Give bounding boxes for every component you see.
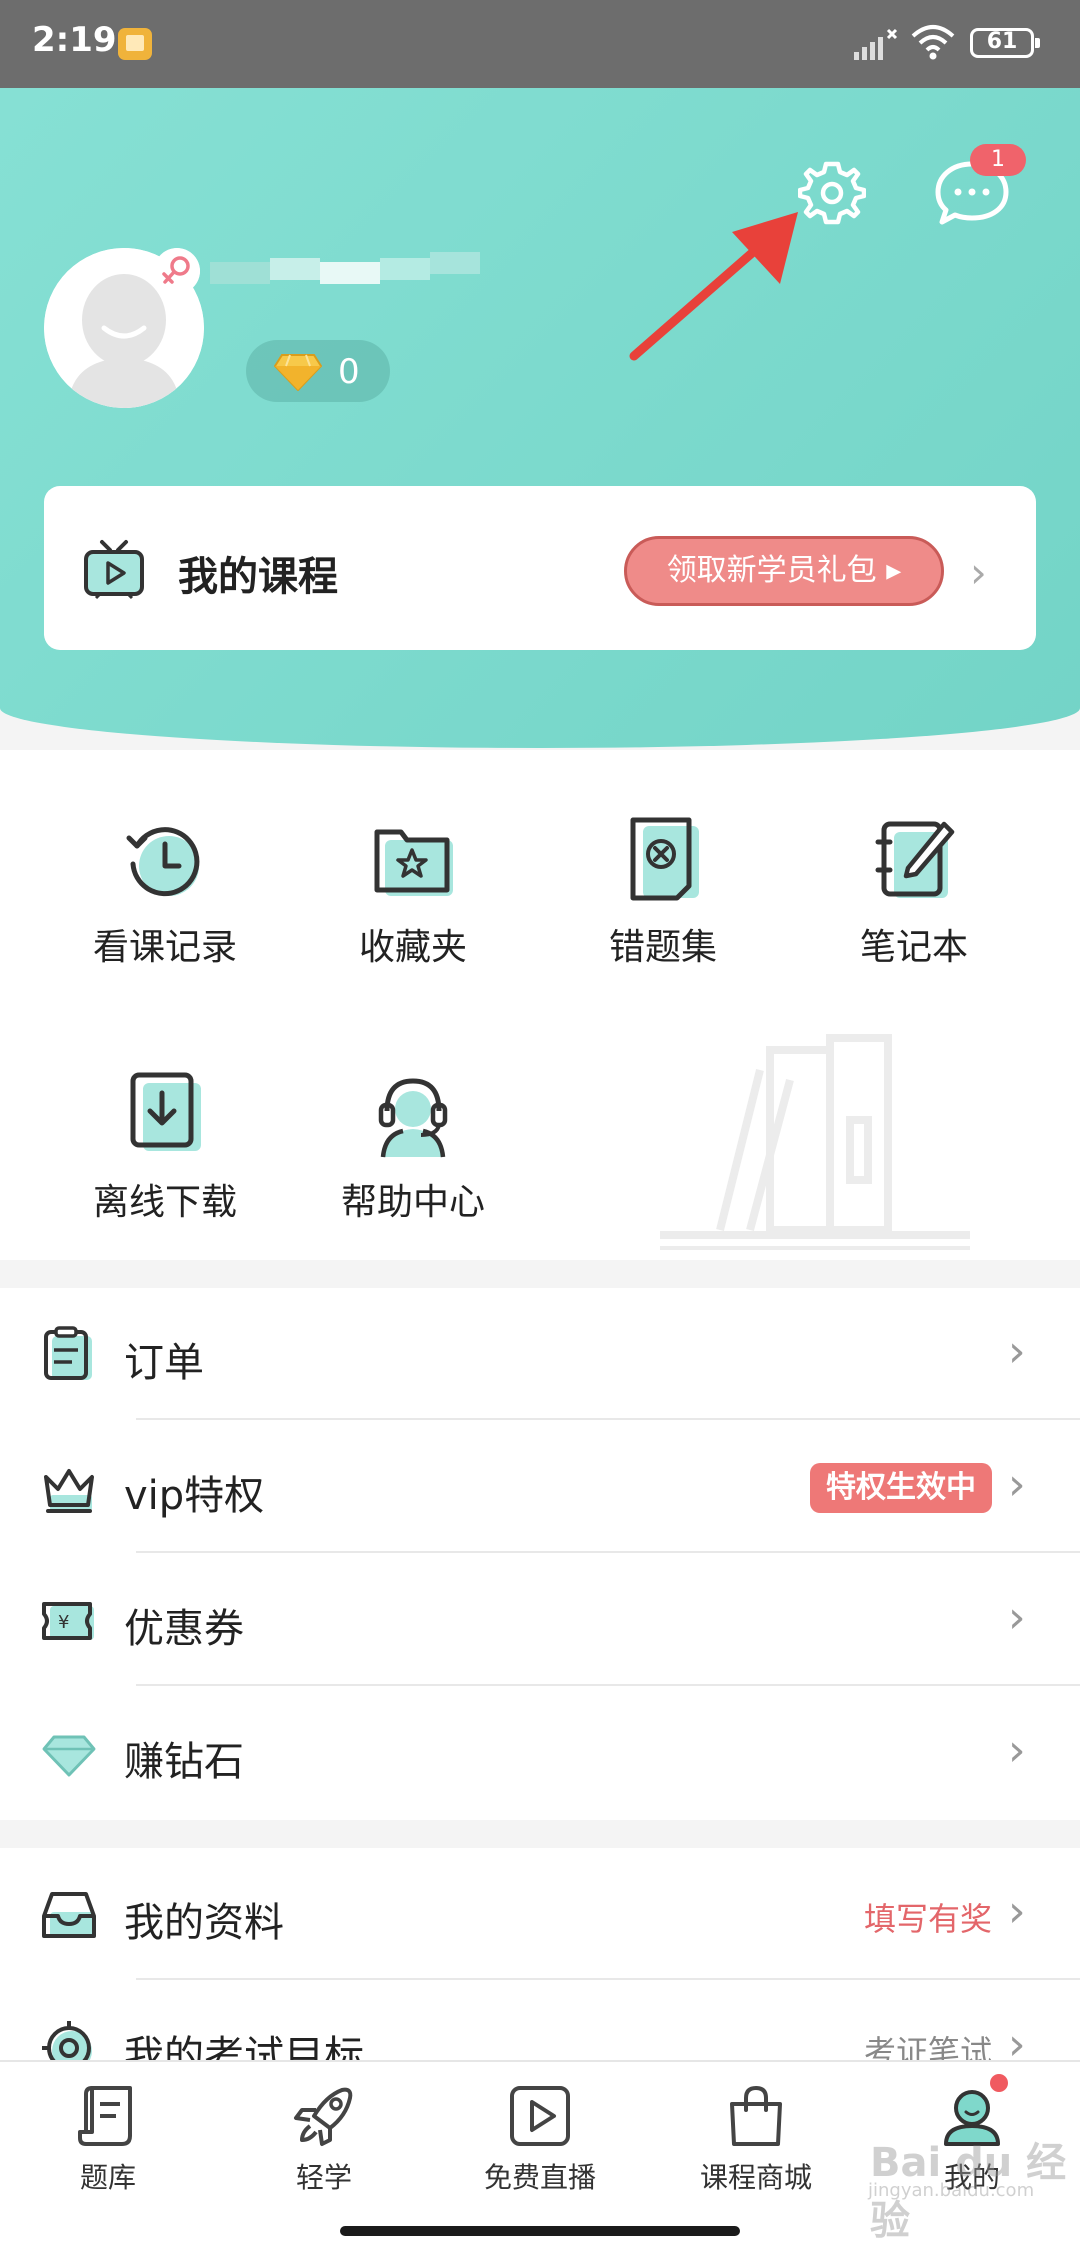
grid-item-notebook[interactable]: 笔记本	[804, 810, 1024, 970]
grid-item-watch-history[interactable]: 看课记录	[55, 810, 275, 970]
status-bar: 2:19 61	[0, 0, 1080, 88]
chevron-right-icon: ›	[1008, 2019, 1026, 2060]
diamond-icon	[274, 354, 322, 391]
grid-label: 看课记录	[92, 927, 237, 968]
grid-label: 离线下载	[92, 1182, 237, 1223]
pointer-arrow	[629, 212, 798, 361]
rocket-icon	[294, 2087, 353, 2146]
home-indicator[interactable]	[340, 2226, 740, 2236]
vip-status-tag: 特权生效中	[810, 1463, 992, 1513]
list-item-earn-diamonds[interactable]: 赚钻石 ›	[0, 1687, 1080, 1819]
signal-icon	[854, 28, 898, 60]
grid-item-offline-download[interactable]: 离线下载	[55, 1065, 275, 1225]
diamond-icon	[42, 1735, 96, 1777]
grid-label: 帮助中心	[340, 1182, 485, 1223]
baidu-watermark-url: jingyan.baidu.com	[868, 2180, 1035, 2201]
menu-list-1: 订单 › vip特权 特权生效中 › ¥ 优惠券 › 赚钻石 ›	[0, 1288, 1080, 1820]
chevron-right-icon: ›	[1008, 1592, 1026, 1643]
download-icon	[130, 1072, 201, 1151]
status-time: 2:19	[32, 20, 117, 60]
favorites-folder-icon	[374, 829, 453, 896]
grid-label: 错题集	[608, 927, 717, 968]
question-bank-icon	[78, 2086, 132, 2146]
divider	[136, 1551, 1080, 1553]
shopping-bag-icon	[730, 2085, 782, 2146]
grid-item-wrong-questions[interactable]: 错题集	[553, 810, 773, 970]
nav-label: 轻学	[295, 2161, 352, 2194]
notebook-icon	[875, 821, 955, 898]
nav-label: 题库	[79, 2161, 136, 2194]
svg-text:¥: ¥	[58, 1612, 69, 1633]
chevron-right-icon: ›	[1008, 1459, 1026, 1510]
my-courses-title: 我的课程	[178, 554, 338, 600]
notification-dot	[990, 2074, 1008, 2092]
crown-icon	[44, 1469, 94, 1513]
bookshelf-illustration	[660, 1034, 970, 1250]
grid-item-favorites[interactable]: 收藏夹	[303, 810, 523, 970]
notification-app-icon	[118, 28, 152, 60]
list-label: 赚钻石	[124, 1739, 244, 1785]
menu-list-2: 我的资料 填写有奖 › 我的考试目标 考证笔试 ›	[0, 1848, 1080, 2060]
new-student-gift-button[interactable]: 领取新学员礼包 ▸	[624, 536, 944, 606]
nav-label: 课程商城	[699, 2161, 812, 2194]
live-play-icon	[510, 2086, 570, 2146]
chevron-right-icon: ›	[1008, 1886, 1026, 1937]
wrong-questions-icon	[630, 817, 699, 901]
tv-icon	[84, 540, 144, 600]
list-label: 优惠券	[124, 1606, 244, 1652]
nav-tab-free-live[interactable]: 免费直播	[460, 2082, 620, 2196]
list-label: vip特权	[124, 1473, 265, 1519]
history-icon	[126, 827, 200, 897]
coupon-icon: ¥	[42, 1602, 94, 1640]
female-icon	[154, 248, 200, 294]
grid-item-help-center[interactable]: 帮助中心	[303, 1065, 523, 1225]
profile-reward-text: 填写有奖	[864, 1900, 993, 1938]
exam-goal-value: 考证笔试	[864, 2033, 993, 2060]
username-blurred	[210, 248, 480, 298]
chevron-right-icon: ›	[1008, 1725, 1026, 1776]
battery-icon: 61	[970, 28, 1040, 58]
nav-tab-course-store[interactable]: 课程商城	[676, 2082, 836, 2196]
chevron-right-icon: ›	[970, 548, 987, 597]
inbox-icon	[42, 1892, 96, 1938]
diamond-count: 0	[338, 352, 360, 392]
chevron-right-icon: ›	[1008, 1326, 1026, 1377]
divider	[136, 1684, 1080, 1686]
battery-level: 61	[986, 29, 1018, 54]
feature-grid: 看课记录 收藏夹 错题集 笔记本 离线下载 帮助中心	[0, 750, 1080, 1260]
list-item-vip[interactable]: vip特权 特权生效中 ›	[0, 1421, 1080, 1553]
nav-label: 免费直播	[483, 2161, 596, 2194]
clipboard-icon	[44, 1326, 92, 1380]
list-item-my-profile[interactable]: 我的资料 填写有奖 ›	[0, 1848, 1080, 1980]
target-icon	[42, 2021, 92, 2060]
list-item-exam-goal[interactable]: 我的考试目标 考证笔试 ›	[0, 1981, 1080, 2060]
grid-label: 收藏夹	[358, 927, 467, 968]
diamond-balance[interactable]: 0	[246, 340, 390, 402]
grid-label: 笔记本	[859, 927, 968, 968]
wifi-icon	[911, 25, 955, 60]
nav-tab-light-learning[interactable]: 轻学	[244, 2082, 404, 2196]
list-label: 我的考试目标	[124, 2033, 364, 2060]
nav-tab-question-bank[interactable]: 题库	[28, 2082, 188, 2196]
headset-icon	[378, 1078, 448, 1158]
list-label: 我的资料	[124, 1900, 284, 1946]
list-item-coupons[interactable]: ¥ 优惠券 ›	[0, 1554, 1080, 1686]
divider	[136, 1978, 1080, 1980]
profile-header: 1 0 我的课程 领取新学员礼包 ▸ ›	[0, 88, 1080, 748]
my-courses-card[interactable]: 我的课程 领取新学员礼包 ▸ ›	[44, 486, 1036, 650]
divider	[136, 1418, 1080, 1420]
list-item-orders[interactable]: 订单 ›	[0, 1288, 1080, 1420]
message-badge: 1	[970, 144, 1026, 176]
list-label: 订单	[124, 1340, 204, 1386]
